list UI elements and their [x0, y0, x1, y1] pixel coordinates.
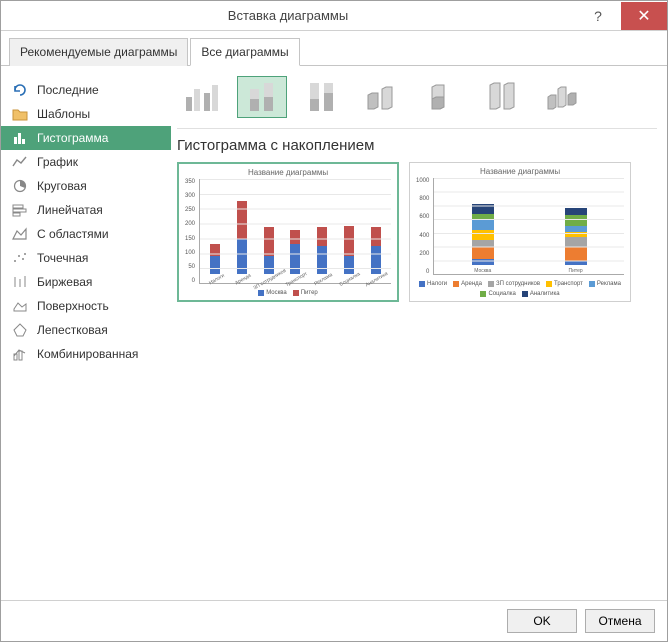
sidebar-item-label: Линейчатая [37, 203, 103, 217]
sidebar-item-label: Гистограмма [37, 131, 108, 145]
scatter-chart-icon [11, 250, 29, 266]
undo-icon [11, 82, 29, 98]
chart-title: Название диаграммы [185, 168, 391, 177]
dialog-body: Последние Шаблоны Гистограмма График Кру… [1, 66, 667, 600]
folder-icon [11, 106, 29, 122]
chart-previews: Название диаграммы350300250200150100500Н… [177, 162, 657, 302]
subtype-100-stacked-column[interactable] [297, 76, 347, 118]
titlebar: Вставка диаграммы ? ✕ [1, 1, 667, 31]
cancel-button[interactable]: Отмена [585, 609, 655, 633]
chart-preview-2[interactable]: Название диаграммы10008006004002000Москв… [409, 162, 631, 302]
pie-chart-icon [11, 178, 29, 194]
sidebar-item-pie[interactable]: Круговая [1, 174, 171, 198]
bar-chart-icon [11, 202, 29, 218]
sidebar-item-column[interactable]: Гистограмма [1, 126, 171, 150]
sidebar-item-radar[interactable]: Лепестковая [1, 318, 171, 342]
sidebar-item-label: Комбинированная [37, 347, 138, 361]
sidebar-item-templates[interactable]: Шаблоны [1, 102, 171, 126]
chart-category-sidebar: Последние Шаблоны Гистограмма График Кру… [1, 74, 171, 600]
sidebar-item-label: Биржевая [37, 275, 92, 289]
subtype-stacked-column[interactable] [237, 76, 287, 118]
sidebar-item-recent[interactable]: Последние [1, 78, 171, 102]
stock-chart-icon [11, 274, 29, 290]
chart-title: Название диаграммы [416, 167, 624, 176]
subtype-3d-stacked-column[interactable] [417, 76, 467, 118]
subtype-title: Гистограмма с накоплением [177, 137, 657, 154]
window-title: Вставка диаграммы [1, 8, 575, 23]
sidebar-item-line[interactable]: График [1, 150, 171, 174]
sidebar-item-label: Шаблоны [37, 107, 90, 121]
close-button[interactable]: ✕ [621, 2, 667, 30]
radar-chart-icon [11, 322, 29, 338]
column-chart-icon [11, 130, 29, 146]
sidebar-item-scatter[interactable]: Точечная [1, 246, 171, 270]
sidebar-item-label: Круговая [37, 179, 87, 193]
tab-recommended[interactable]: Рекомендуемые диаграммы [9, 38, 188, 66]
chart-preview-1[interactable]: Название диаграммы350300250200150100500Н… [177, 162, 399, 302]
sidebar-item-bar[interactable]: Линейчатая [1, 198, 171, 222]
subtype-3d-100-stacked-column[interactable] [477, 76, 527, 118]
insert-chart-dialog: Вставка диаграммы ? ✕ Рекомендуемые диаг… [0, 0, 668, 642]
sidebar-item-label: Лепестковая [37, 323, 108, 337]
sidebar-item-surface[interactable]: Поверхность [1, 294, 171, 318]
tab-all[interactable]: Все диаграммы [190, 38, 299, 66]
help-button[interactable]: ? [575, 2, 621, 30]
sidebar-item-label: График [37, 155, 78, 169]
subtype-3d-column[interactable] [537, 76, 587, 118]
ok-button[interactable]: OK [507, 609, 577, 633]
close-icon: ✕ [637, 6, 650, 26]
subtype-clustered-column[interactable] [177, 76, 227, 118]
dialog-footer: OK Отмена [1, 600, 667, 641]
sidebar-item-stock[interactable]: Биржевая [1, 270, 171, 294]
subtype-3d-clustered-column[interactable] [357, 76, 407, 118]
titlebar-buttons: ? ✕ [575, 2, 667, 30]
surface-chart-icon [11, 298, 29, 314]
sidebar-item-combo[interactable]: Комбинированная [1, 342, 171, 366]
sidebar-item-label: С областями [37, 227, 109, 241]
sidebar-item-area[interactable]: С областями [1, 222, 171, 246]
sidebar-item-label: Последние [37, 83, 99, 97]
sidebar-item-label: Точечная [37, 251, 88, 265]
main-panel: Гистограмма с накоплением Название диагр… [171, 74, 667, 600]
combo-chart-icon [11, 346, 29, 362]
subtype-row [177, 74, 657, 129]
area-chart-icon [11, 226, 29, 242]
sidebar-item-label: Поверхность [37, 299, 109, 313]
line-chart-icon [11, 154, 29, 170]
tab-strip: Рекомендуемые диаграммы Все диаграммы [1, 31, 667, 66]
